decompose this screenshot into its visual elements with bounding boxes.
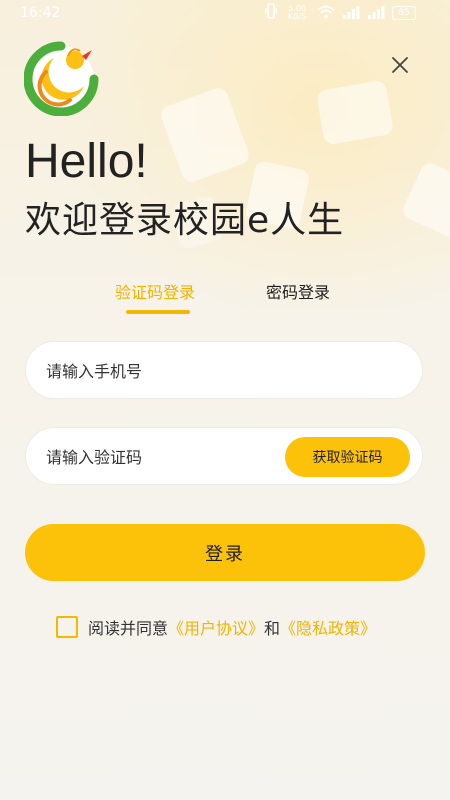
welcome-heading: 欢迎登录校园e人生 [25, 200, 345, 241]
speed-unit: KB/S [287, 12, 307, 21]
tab-password-login[interactable]: 密码登录 [266, 278, 330, 314]
agreement-row: 阅读并同意 《用户协议》 和 《隐私政策》 [56, 614, 376, 640]
status-bar: 16:42 5.00 KB/S 85 [0, 0, 450, 28]
vibrate-icon [265, 3, 277, 23]
close-button[interactable] [385, 50, 415, 80]
agree-checkbox[interactable] [56, 616, 78, 638]
phone-input[interactable] [44, 342, 408, 400]
agreement-conjunction: 和 [264, 619, 281, 638]
code-field: 获取验证码 [26, 428, 422, 486]
network-speed: 5.00 KB/S [284, 5, 310, 21]
code-input[interactable] [44, 428, 288, 486]
status-icons: 5.00 KB/S 85 [265, 3, 416, 23]
battery-icon: 85 [392, 6, 416, 20]
hello-heading: Hello! [25, 135, 148, 188]
app-logo [23, 38, 102, 117]
agreement-prefix: 阅读并同意 [88, 619, 169, 638]
signal-icon [342, 4, 360, 23]
phone-field [26, 342, 422, 400]
wifi-icon [317, 4, 335, 23]
login-button[interactable]: 登录 [25, 524, 425, 581]
active-tab-indicator [126, 310, 190, 314]
privacy-policy-link[interactable]: 《隐私政策》 [280, 615, 376, 639]
battery-level: 85 [398, 8, 410, 18]
tab-code-login[interactable]: 验证码登录 [115, 278, 195, 314]
user-agreement-link[interactable]: 《用户协议》 [168, 615, 264, 639]
login-tabs: 验证码登录 密码登录 [0, 278, 450, 318]
status-time: 16:42 [20, 5, 61, 21]
get-code-button[interactable]: 获取验证码 [285, 437, 410, 477]
close-icon [392, 57, 408, 73]
signal-icon [367, 4, 385, 23]
